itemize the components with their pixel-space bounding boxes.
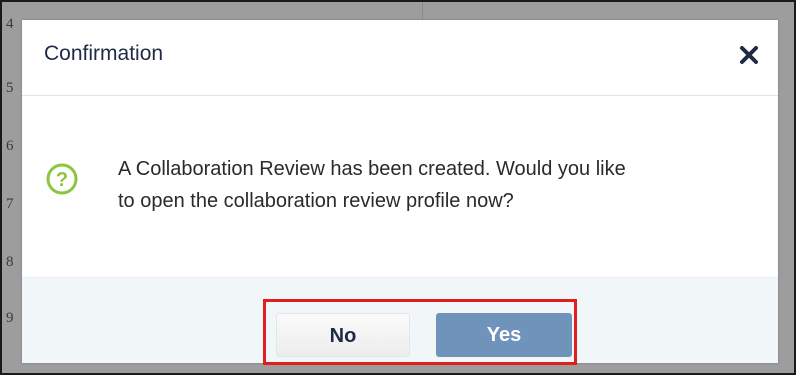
yes-button[interactable]: Yes bbox=[436, 313, 572, 357]
row-number: 4 bbox=[6, 16, 14, 32]
confirmation-dialog: Confirmation ? A Collaboration Review ha… bbox=[22, 20, 778, 365]
dialog-header: Confirmation bbox=[22, 20, 778, 96]
dialog-body: ? A Collaboration Review has been create… bbox=[22, 96, 778, 276]
dialog-message-line-2: to open the collaboration review profile… bbox=[118, 190, 514, 212]
button-group-highlight: No Yes bbox=[263, 299, 577, 365]
background-right-strip bbox=[776, 2, 794, 373]
dialog-message: A Collaboration Review has been created.… bbox=[118, 153, 718, 217]
dialog-footer: No Yes bbox=[22, 277, 778, 365]
dialog-title: Confirmation bbox=[44, 42, 164, 65]
close-icon[interactable] bbox=[738, 44, 760, 66]
background-column-divider bbox=[422, 2, 423, 20]
screenshot-stage: 4 5 6 7 8 9 Confirmation ? A Collaborati… bbox=[0, 0, 796, 375]
row-number: 9 bbox=[6, 310, 14, 326]
svg-text:?: ? bbox=[56, 169, 68, 191]
row-number: 5 bbox=[6, 80, 14, 96]
background-top bbox=[2, 2, 794, 20]
row-number: 7 bbox=[6, 196, 14, 212]
row-numbers: 4 5 6 7 8 9 bbox=[4, 2, 20, 373]
dialog-message-line-1: A Collaboration Review has been created.… bbox=[118, 158, 626, 180]
row-number: 8 bbox=[6, 254, 14, 270]
no-button[interactable]: No bbox=[276, 313, 410, 357]
row-number: 6 bbox=[6, 138, 14, 154]
background-left-strip: 4 5 6 7 8 9 bbox=[2, 2, 22, 373]
question-circle-icon: ? bbox=[46, 163, 78, 195]
